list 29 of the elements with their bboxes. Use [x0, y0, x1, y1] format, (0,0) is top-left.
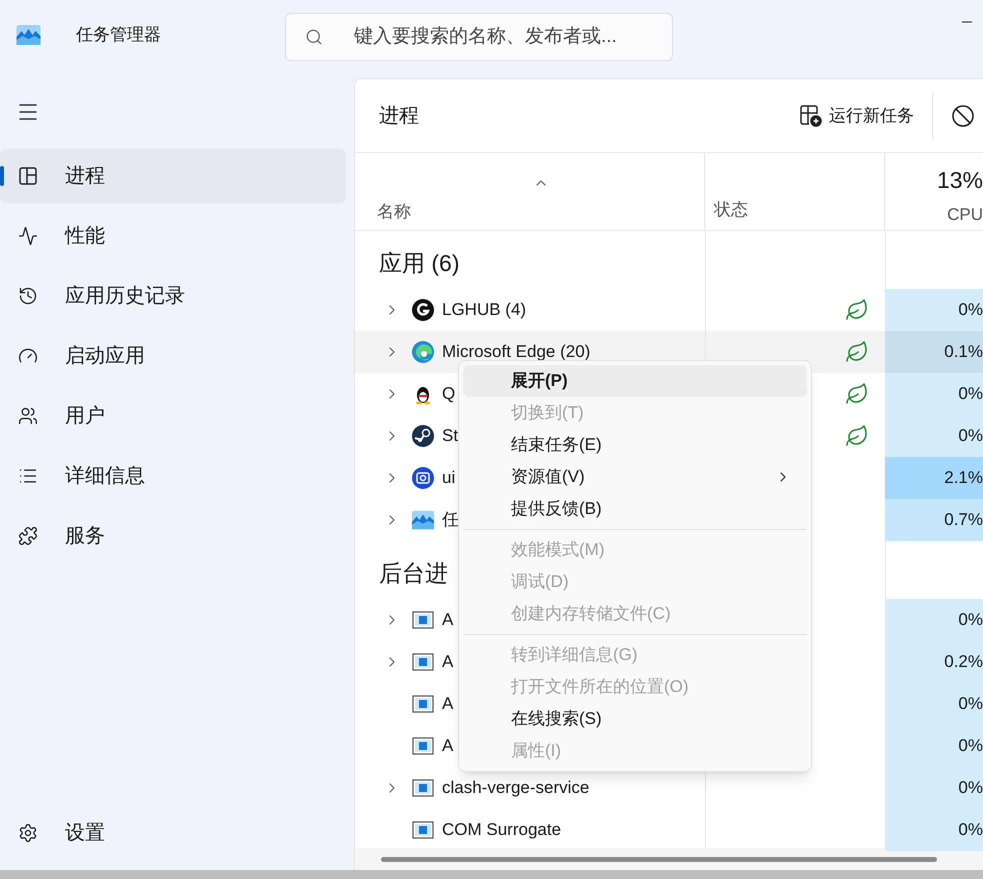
cpu-cell: 0% — [885, 809, 983, 851]
process-name: COM Surrogate — [442, 819, 562, 842]
process-name: A — [442, 651, 454, 674]
cpu-cell: 0% — [885, 767, 983, 809]
process-name: St — [442, 425, 458, 448]
cpu-cell: 0% — [885, 373, 983, 415]
cpu-cell: 0% — [885, 599, 983, 641]
cpu-total: 13% — [936, 166, 983, 195]
process-name: A — [442, 609, 454, 632]
process-name: Microsoft Edge (20) — [442, 341, 590, 364]
cpu-cell: 0% — [885, 415, 983, 457]
page-title: 进程 — [379, 104, 419, 128]
group-title: 应用 (6) — [379, 248, 460, 278]
window-title: 任务管理器 — [76, 24, 161, 46]
process-name: Q — [442, 383, 456, 406]
cpu-cell: 0.2% — [885, 641, 983, 683]
cpu-cell: 0% — [885, 725, 983, 767]
cpu-cell: 0.7% — [885, 499, 983, 541]
process-name: ui — [442, 467, 456, 490]
cpu-cell: 0.1% — [885, 331, 983, 373]
cpu-cell: 0% — [885, 289, 983, 331]
process-name: A — [442, 735, 454, 758]
process-name: LGHUB (4) — [442, 299, 526, 322]
group-title: 后台进 — [379, 558, 448, 588]
cpu-cell: 2.1% — [885, 457, 983, 499]
process-name: clash-verge-service — [442, 777, 590, 800]
process-name: A — [442, 693, 454, 716]
cpu-cell: 0% — [885, 683, 983, 725]
process-name: 任 — [442, 509, 459, 532]
